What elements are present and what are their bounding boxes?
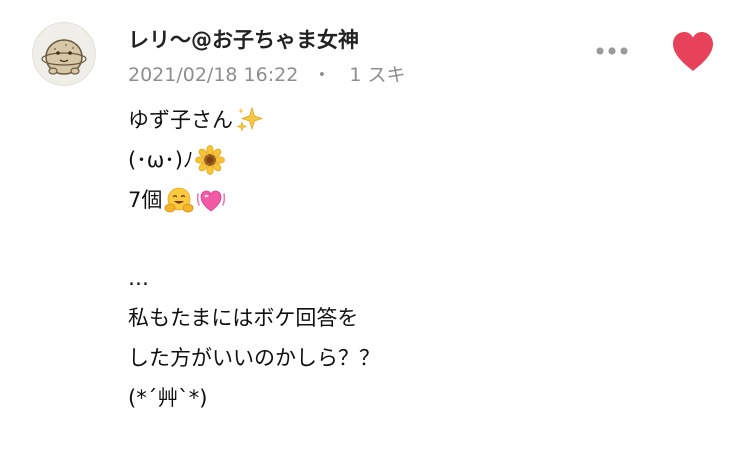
heart-icon bbox=[673, 32, 713, 71]
meta-separator: ・ bbox=[312, 64, 332, 86]
comment-card: レリ〜@お子ちゃま女神 2021/02/18 16:22 ・ 1 スキ ゆず子さん bbox=[0, 0, 750, 451]
body-text: (*´艸`*) bbox=[128, 386, 208, 410]
body-line: … bbox=[128, 258, 380, 298]
username[interactable]: レリ〜@お子ちゃま女神 bbox=[128, 24, 359, 54]
sparkles-icon bbox=[235, 105, 265, 135]
body-text: 7個 bbox=[128, 188, 163, 212]
avatar[interactable] bbox=[32, 22, 96, 86]
more-options-button[interactable] bbox=[592, 42, 632, 60]
hugging-face-icon bbox=[164, 185, 194, 215]
avatar-illustration bbox=[41, 39, 87, 75]
beating-heart-icon bbox=[196, 185, 226, 215]
like-count[interactable]: 1 スキ bbox=[349, 64, 405, 86]
body-line: ゆず子さん bbox=[128, 100, 380, 140]
like-button[interactable] bbox=[670, 30, 716, 74]
comment-body: ゆず子さん (･ω･)ﾉ 7個 … 私もたまにはボケ回答を した方がいいのかしら… bbox=[128, 100, 380, 418]
sunflower-icon bbox=[195, 145, 226, 175]
body-line: 7個 bbox=[128, 180, 380, 220]
body-line: (･ω･)ﾉ bbox=[128, 140, 380, 180]
body-line: した方がいいのかしら？？ bbox=[128, 338, 380, 378]
body-line: (*´艸`*) bbox=[128, 378, 380, 418]
more-dots-icon bbox=[596, 47, 628, 55]
body-text: 私もたまにはボケ回答を bbox=[128, 306, 359, 330]
timestamp: 2021/02/18 16:22 bbox=[128, 64, 299, 86]
body-text: した方がいいのかしら？？ bbox=[128, 346, 380, 370]
body-text: ゆず子さん bbox=[128, 108, 233, 132]
body-line: 私もたまにはボケ回答を bbox=[128, 298, 380, 338]
comment-meta: 2021/02/18 16:22 ・ 1 スキ bbox=[128, 60, 405, 87]
body-text: … bbox=[128, 266, 149, 290]
body-text: (･ω･)ﾉ bbox=[128, 148, 194, 172]
